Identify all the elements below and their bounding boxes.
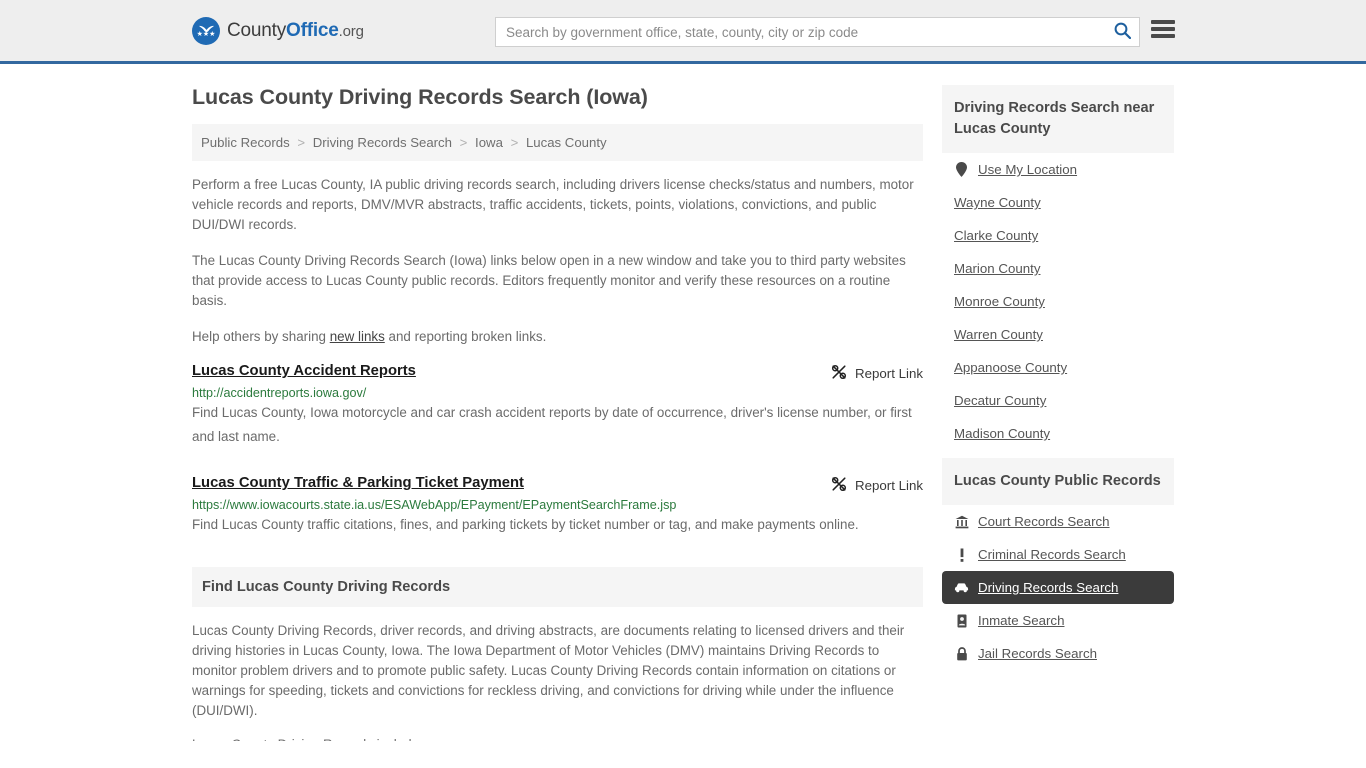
breadcrumb-separator: > <box>459 135 468 150</box>
logo-text-org: .org <box>338 22 364 40</box>
map-pin-icon <box>954 162 969 177</box>
nearby-panel-heading: Driving Records Search near Lucas County <box>942 85 1174 153</box>
sidebar-link-label[interactable]: Warren County <box>954 327 1043 342</box>
search-input[interactable] <box>496 18 1105 46</box>
search-box <box>495 17 1140 47</box>
sidebar-item-court-records-search[interactable]: Court Records Search <box>942 505 1174 538</box>
page-body: Lucas County Driving Records Search (Iow… <box>0 64 1366 741</box>
breadcrumb-item-lucas-county[interactable]: Lucas County <box>526 135 607 150</box>
sidebar-item-decatur-county[interactable]: Decatur County <box>942 384 1174 417</box>
sidebar-link-label[interactable]: Wayne County <box>954 195 1041 210</box>
sidebar-item-inmate-search[interactable]: Inmate Search <box>942 604 1174 637</box>
sidebar-item-appanoose-county[interactable]: Appanoose County <box>942 351 1174 384</box>
sidebar-item-warren-county[interactable]: Warren County <box>942 318 1174 351</box>
new-links-link[interactable]: new links <box>330 329 385 344</box>
sidebar-item-madison-county[interactable]: Madison County <box>942 417 1174 450</box>
sidebar-link-label[interactable]: Decatur County <box>954 393 1046 408</box>
result-title-link[interactable]: Lucas County Traffic & Parking Ticket Pa… <box>192 475 524 491</box>
logo-text-office: Office <box>286 19 339 41</box>
site-logo[interactable]: ★★★ CountyOffice.org <box>192 16 364 45</box>
broken-link-icon <box>831 364 847 383</box>
car-icon <box>954 582 969 593</box>
report-link-button[interactable]: Report Link <box>831 364 923 383</box>
hamburger-menu-icon[interactable] <box>1151 20 1175 38</box>
intro-paragraph-2: The Lucas County Driving Records Search … <box>192 253 906 308</box>
sidebar-link-label[interactable]: Marion County <box>954 261 1040 276</box>
page-title: Lucas County Driving Records Search (Iow… <box>192 85 648 109</box>
breadcrumb-item-public-records[interactable]: Public Records <box>201 135 290 150</box>
report-link-label: Report Link <box>855 366 923 381</box>
result-description: Find Lucas County, Iowa motorcycle and c… <box>192 405 912 444</box>
logo-text: CountyOffice.org <box>227 20 364 42</box>
site-header: ★★★ CountyOffice.org <box>0 0 1366 64</box>
help-text-before: Help others by sharing <box>192 329 330 344</box>
exclamation-icon <box>954 548 969 562</box>
result-description: Find Lucas County traffic citations, fin… <box>192 517 859 532</box>
breadcrumb-item-driving-records-search[interactable]: Driving Records Search <box>313 135 452 150</box>
sidebar-link-label[interactable]: Monroe County <box>954 294 1045 309</box>
result-title-link[interactable]: Lucas County Accident Reports <box>192 363 416 379</box>
result-url: http://accidentreports.iowa.gov/ <box>192 386 367 400</box>
sidebar-link-label[interactable]: Jail Records Search <box>978 646 1097 661</box>
breadcrumb-separator: > <box>297 135 306 150</box>
sidebar-link-label[interactable]: Clarke County <box>954 228 1038 243</box>
sidebar: Driving Records Search near Lucas County… <box>942 85 1174 741</box>
report-link-label: Report Link <box>855 478 923 493</box>
lock-icon <box>954 646 969 661</box>
sidebar-link-label[interactable]: Use My Location <box>978 162 1077 177</box>
broken-link-icon <box>831 476 847 495</box>
sidebar-item-marion-county[interactable]: Marion County <box>942 252 1174 285</box>
logo-text-county: County <box>227 19 287 41</box>
result-item: Lucas County Accident Reports Report Lin… <box>192 363 923 449</box>
public-records-panel-heading: Lucas County Public Records <box>942 458 1174 505</box>
breadcrumb-item-iowa[interactable]: Iowa <box>475 135 503 150</box>
breadcrumb: Public Records > Driving Records Search … <box>192 124 923 161</box>
result-item: Lucas County Traffic & Parking Ticket Pa… <box>192 475 923 537</box>
section-next-paragraph-partial: Lucas County Driving Records include <box>192 735 923 741</box>
search-button[interactable] <box>1105 18 1139 46</box>
panel-spacer <box>942 450 1174 458</box>
sidebar-link-label[interactable]: Driving Records Search <box>978 580 1118 595</box>
public-records-list: Court Records Search Criminal Records Se… <box>942 505 1174 670</box>
search-icon <box>1114 22 1131 42</box>
sidebar-item-wayne-county[interactable]: Wayne County <box>942 186 1174 219</box>
sidebar-item-monroe-county[interactable]: Monroe County <box>942 285 1174 318</box>
section-body-text: Lucas County Driving Records, driver rec… <box>192 623 905 718</box>
sidebar-item-jail-records-search[interactable]: Jail Records Search <box>942 637 1174 670</box>
intro-paragraph-1: Perform a free Lucas County, IA public d… <box>192 177 914 232</box>
nearby-county-list: Use My Location Wayne County Clarke Coun… <box>942 153 1174 450</box>
sidebar-link-label[interactable]: Madison County <box>954 426 1050 441</box>
sidebar-item-use-my-location[interactable]: Use My Location <box>942 153 1174 186</box>
sidebar-link-label[interactable]: Appanoose County <box>954 360 1067 375</box>
courthouse-icon <box>954 515 969 529</box>
sidebar-item-criminal-records-search[interactable]: Criminal Records Search <box>942 538 1174 571</box>
breadcrumb-separator: > <box>510 135 519 150</box>
sidebar-link-label[interactable]: Inmate Search <box>978 613 1064 628</box>
sidebar-link-label[interactable]: Criminal Records Search <box>978 547 1126 562</box>
help-text-after: and reporting broken links. <box>384 329 547 344</box>
sidebar-link-label[interactable]: Court Records Search <box>978 514 1110 529</box>
id-card-icon <box>954 614 969 628</box>
sidebar-item-clarke-county[interactable]: Clarke County <box>942 219 1174 252</box>
eagle-seal-icon: ★★★ <box>192 16 220 45</box>
sidebar-item-driving-records-search[interactable]: Driving Records Search <box>942 571 1174 604</box>
report-link-button[interactable]: Report Link <box>831 476 923 495</box>
result-url: https://www.iowacourts.state.ia.us/ESAWe… <box>192 498 677 512</box>
main-column: Lucas County Driving Records Search (Iow… <box>192 85 923 741</box>
section-heading: Find Lucas County Driving Records <box>192 567 923 607</box>
help-paragraph: Help others by sharing new links and rep… <box>192 327 923 347</box>
